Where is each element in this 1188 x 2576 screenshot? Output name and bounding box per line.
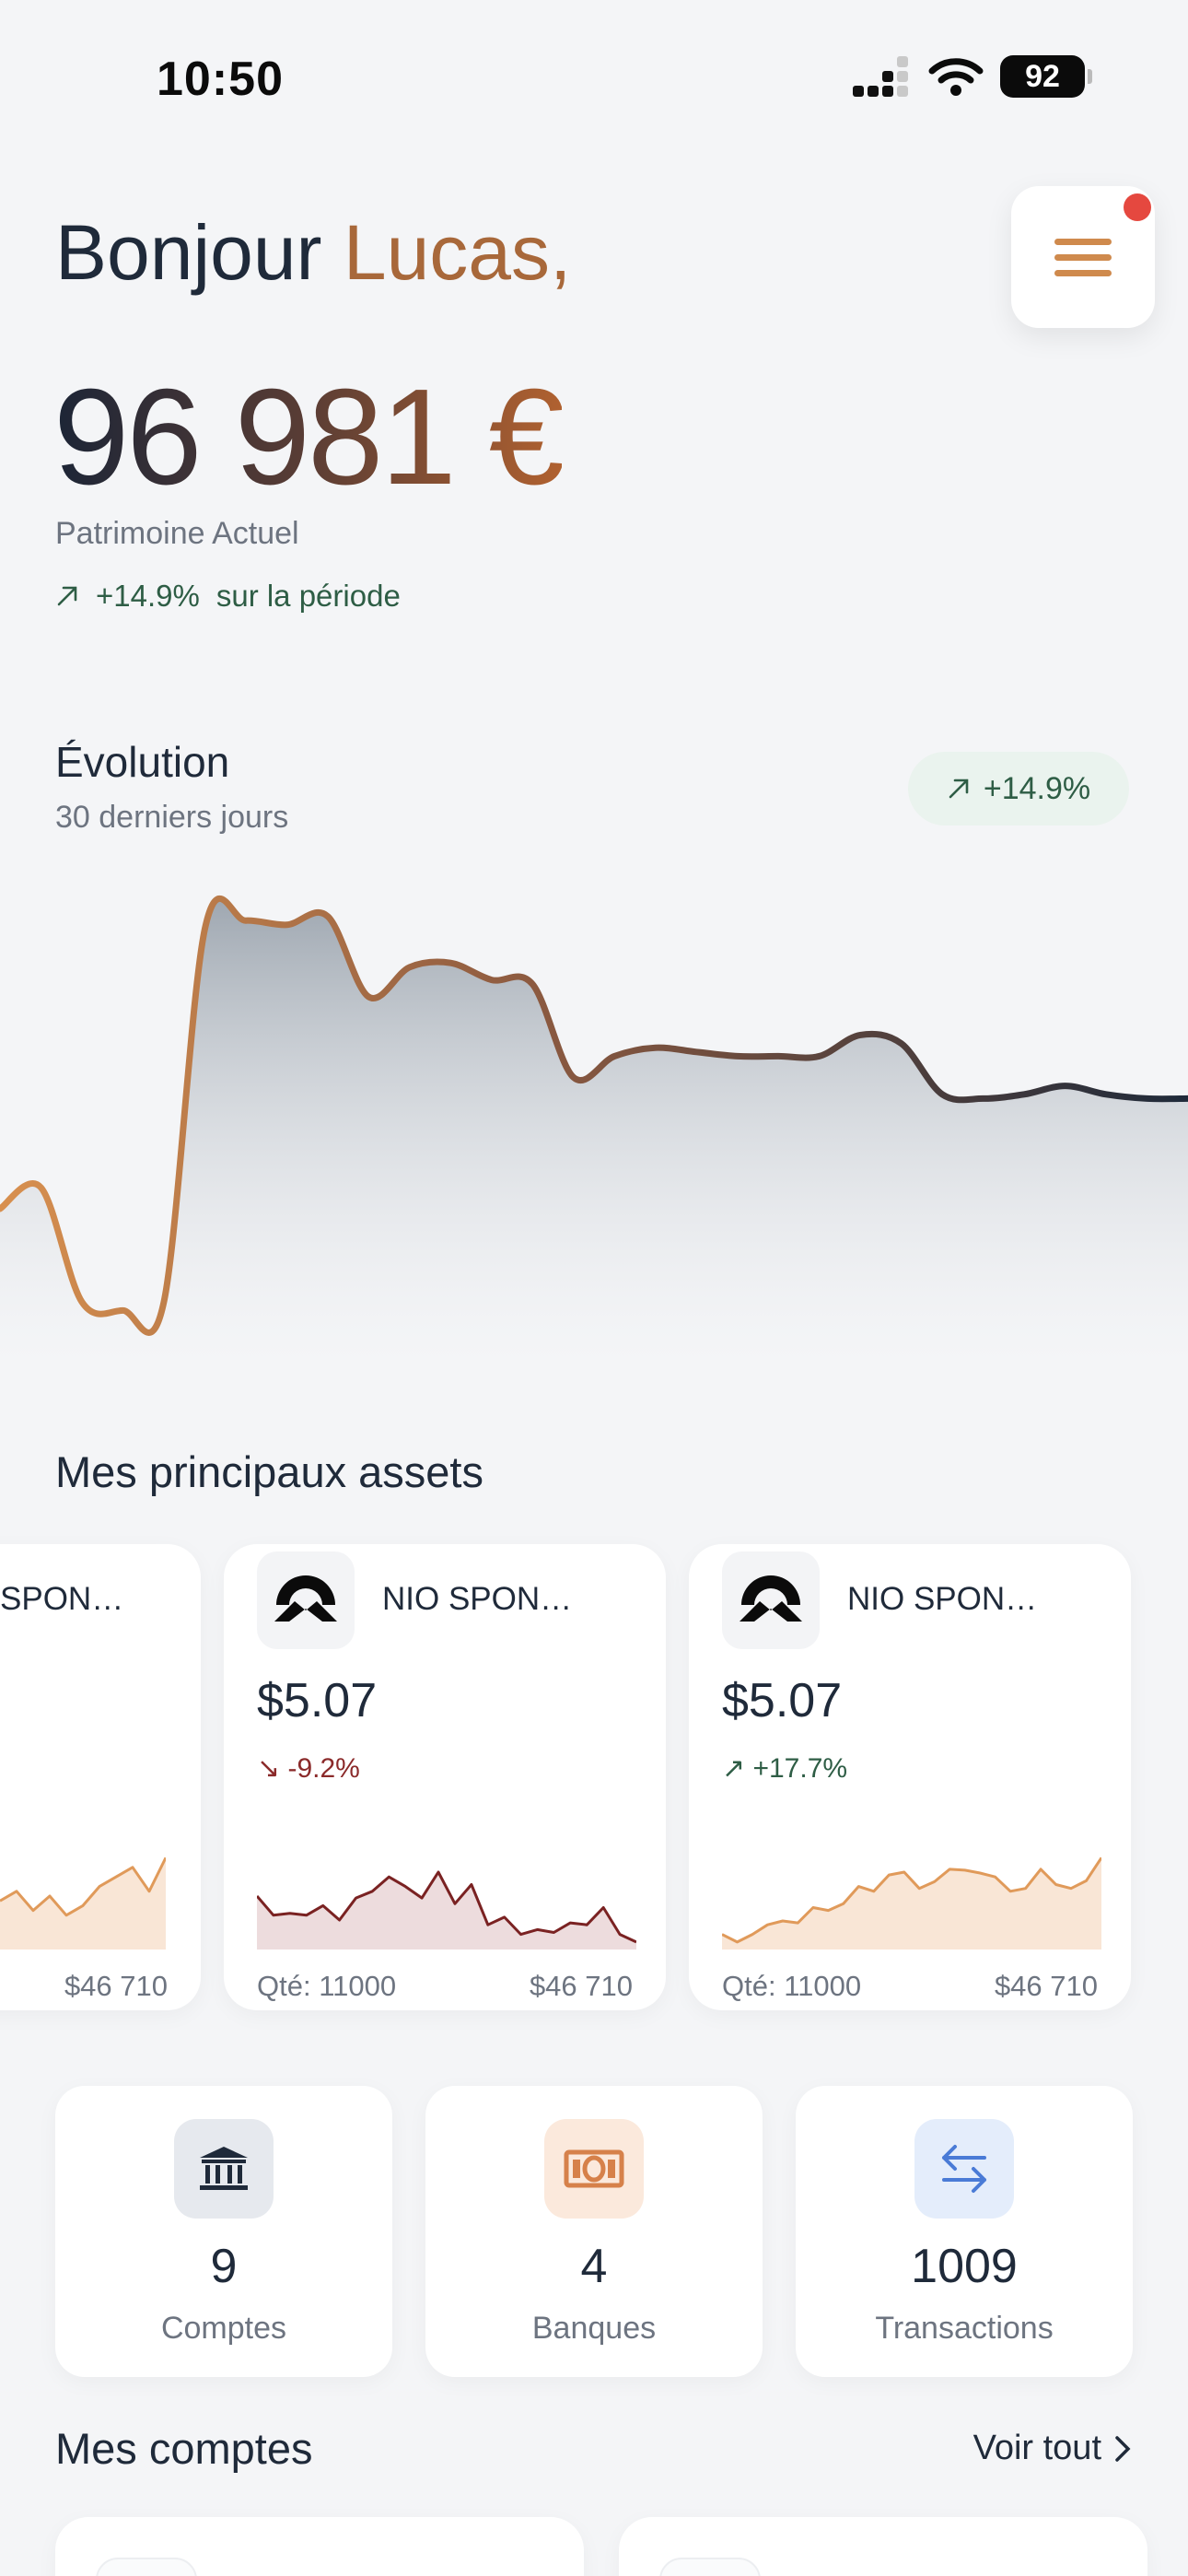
asset-quantity: Qté: 11000: [722, 1970, 862, 2002]
asset-sparkline: [257, 1870, 636, 1950]
stat-value: 9: [210, 2240, 238, 2293]
wifi-icon: [928, 58, 984, 96]
asset-price: $5.07: [257, 1674, 378, 1727]
battery-level: 92: [1025, 58, 1060, 94]
arrow-up-right-icon: [949, 779, 969, 799]
status-time: 10:50: [157, 53, 284, 106]
balance-label: Patrimoine Actuel: [55, 516, 299, 551]
transfer-icon: [914, 2119, 1014, 2219]
evolution-chart: [0, 895, 1188, 1364]
battery-indicator: 92: [1000, 55, 1092, 98]
stat-value: 4: [580, 2240, 608, 2293]
balance-change-suffix: sur la période: [215, 579, 401, 613]
asset-name: SPON…: [0, 1581, 124, 1617]
evolution-area: [0, 898, 1188, 1364]
asset-quantity: Qté: 11000: [257, 1970, 397, 2002]
stat-value: 1009: [911, 2240, 1018, 2293]
menu-icon-bar: [1054, 269, 1112, 276]
asset-change: ↗ +17.7%: [722, 1753, 848, 1784]
stat-label: Transactions: [875, 2311, 1054, 2346]
asset-sparkline: [722, 1856, 1101, 1950]
arrow-up-right-icon: [57, 586, 77, 606]
stat-card-banks[interactable]: 4 Banques: [425, 2086, 763, 2377]
stat-label: Banques: [531, 2311, 657, 2346]
account-card[interactable]: [619, 2517, 1147, 2576]
greeting: Bonjour Lucas,: [55, 208, 571, 298]
notification-dot: [1124, 193, 1151, 221]
account-logo: [659, 2558, 761, 2576]
asset-card[interactable]: NIO SPON… $5.07 ↗ +17.7% Qté: 11000 $46 …: [689, 1544, 1131, 2010]
greeting-text: Bonjour: [55, 209, 322, 296]
banknote-icon: [544, 2119, 644, 2219]
asset-change: ↘ -9.2%: [257, 1753, 360, 1784]
asset-value: $46 710: [994, 1970, 1098, 2002]
nio-logo-icon: [257, 1551, 355, 1649]
account-card[interactable]: [55, 2517, 584, 2576]
asset-value: $46 710: [529, 1970, 633, 2002]
asset-value: $46 710: [64, 1970, 168, 2002]
stat-label: Comptes: [160, 2311, 287, 2346]
asset-price: $5.07: [722, 1674, 843, 1727]
accounts-title: Mes comptes: [55, 2424, 313, 2473]
stat-card-accounts[interactable]: 9 Comptes: [55, 2086, 392, 2377]
asset-sparkline: [0, 1856, 166, 1950]
menu-icon: [1054, 238, 1112, 245]
stat-card-transactions[interactable]: 1009 Transactions: [796, 2086, 1133, 2377]
account-logo: [96, 2558, 197, 2576]
evolution-badge: +14.9%: [908, 752, 1129, 825]
assets-title: Mes principaux assets: [55, 1447, 483, 1496]
status-icons: 92: [853, 55, 1092, 98]
menu-icon-bar: [1054, 253, 1112, 261]
balance-change: +14.9% sur la période: [55, 579, 401, 614]
balance-change-value: +14.9%: [96, 579, 200, 613]
user-name: Lucas,: [343, 209, 572, 296]
evolution-badge-value: +14.9%: [983, 770, 1091, 806]
evolution-title: Évolution: [55, 738, 230, 786]
chevron-right-icon: [1115, 2435, 1131, 2462]
see-all-label: Voir tout: [973, 2429, 1101, 2467]
cellular-signal-icon: [853, 56, 912, 97]
see-all-link[interactable]: Voir tout: [973, 2429, 1131, 2468]
balance-amount: 96 981 €: [53, 359, 565, 516]
bank-icon: [174, 2119, 274, 2219]
asset-name: NIO SPON…: [847, 1581, 1038, 1617]
screen: 10:50 92 Bonjour Lucas, 96 981 € Patrimo…: [0, 0, 1188, 2576]
asset-name: NIO SPON…: [382, 1581, 573, 1617]
asset-card[interactable]: NIO SPON… $5.07 ↘ -9.2% Qté: 11000 $46 7…: [224, 1544, 666, 2010]
menu-button[interactable]: [1011, 186, 1155, 328]
evolution-subtitle: 30 derniers jours: [55, 800, 289, 835]
asset-card[interactable]: SPON… $46 710: [0, 1544, 201, 2010]
nio-logo-icon: [722, 1551, 820, 1649]
